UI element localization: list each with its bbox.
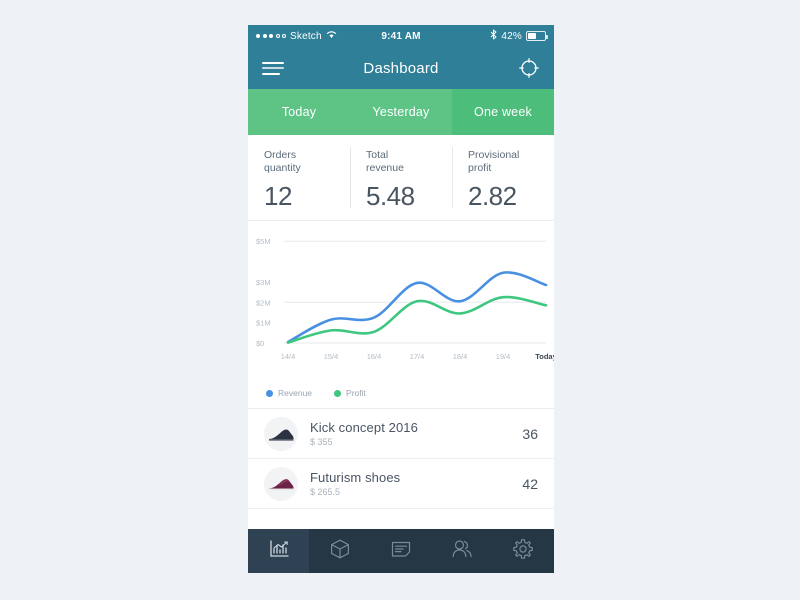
tab-yesterday[interactable]: Yesterday <box>350 89 452 135</box>
svg-text:18/4: 18/4 <box>453 352 468 361</box>
stat-orders-quantity: Orders quantity 12 <box>248 135 350 220</box>
settings-gear-icon <box>512 538 534 565</box>
phone-screen: Sketch 9:41 AM 42% Dashboard Today Yeste… <box>248 25 554 573</box>
tab-one-week[interactable]: One week <box>452 89 554 135</box>
battery-icon <box>526 31 548 41</box>
svg-text:$2M: $2M <box>256 298 271 307</box>
tabbar-item-users[interactable] <box>432 529 493 573</box>
status-bar: Sketch 9:41 AM 42% <box>248 25 554 47</box>
svg-text:17/4: 17/4 <box>410 352 425 361</box>
product-info: Kick concept 2016 $ 355 <box>310 420 522 447</box>
period-tabs: Today Yesterday One week <box>248 89 554 135</box>
tabbar-item-settings[interactable] <box>493 529 554 573</box>
page-title: Dashboard <box>363 59 439 77</box>
wifi-icon <box>326 30 337 42</box>
legend-item-revenue: Revenue <box>266 388 312 398</box>
nav-bar: Dashboard <box>248 47 554 89</box>
tabbar-item-invoices[interactable] <box>370 529 431 573</box>
legend-item-profit: Profit <box>334 388 366 398</box>
stat-label: Total revenue <box>366 149 404 174</box>
list-item[interactable]: Futurism shoes $ 265.5 42 <box>248 459 554 509</box>
tab-today[interactable]: Today <box>248 89 350 135</box>
chart-legend: Revenue Profit <box>266 388 366 398</box>
svg-text:Today: Today <box>535 352 554 361</box>
stat-value: 5.48 <box>366 181 415 211</box>
product-price: $ 265.5 <box>310 487 341 497</box>
stat-value: 12 <box>264 181 292 211</box>
legend-dot-revenue <box>266 389 273 397</box>
top-products-list: Kick concept 2016 $ 355 36 Futurism shoe… <box>248 409 554 529</box>
chart-card: $5M $3M $2M $1M $0 14/4 15/4 16/4 17/4 18/4 19/4 To… <box>248 221 554 409</box>
hamburger-menu-icon[interactable] <box>262 58 284 78</box>
legend-label-profit: Profit <box>346 388 366 398</box>
svg-text:16/4: 16/4 <box>367 352 382 361</box>
product-count: 36 <box>522 425 538 442</box>
svg-text:$5M: $5M <box>256 237 271 246</box>
signal-dots-icon <box>256 34 286 38</box>
revenue-profit-line-chart: $5M $3M $2M $1M $0 14/4 15/4 16/4 17/4 18/4 19/4 To… <box>256 237 554 361</box>
refresh-icon[interactable] <box>518 57 540 79</box>
product-count: 42 <box>522 475 538 492</box>
battery-percent-label: 42% <box>501 30 522 42</box>
stat-total-revenue: Total revenue 5.48 <box>350 135 452 220</box>
bluetooth-icon <box>490 29 497 43</box>
list-item[interactable]: Kick concept 2016 $ 355 36 <box>248 409 554 459</box>
stat-label: Provisional profit <box>468 149 520 174</box>
product-price: $ 355 <box>310 437 333 447</box>
bottom-tab-bar <box>248 529 554 573</box>
package-box-icon <box>329 538 351 565</box>
purple-sneaker-icon <box>264 466 298 501</box>
svg-text:14/4: 14/4 <box>281 352 296 361</box>
carrier-label: Sketch <box>290 30 322 42</box>
svg-text:$1M: $1M <box>256 319 271 328</box>
black-sneaker-icon <box>264 416 298 451</box>
users-icon <box>450 539 474 564</box>
status-bar-right: 42% <box>490 29 548 43</box>
product-info: Futurism shoes $ 265.5 <box>310 470 522 497</box>
stat-provisional-profit: Provisional profit 2.82 <box>452 135 554 220</box>
svg-text:15/4: 15/4 <box>324 352 339 361</box>
product-name: Futurism shoes <box>310 470 401 485</box>
status-bar-left: Sketch <box>256 30 337 42</box>
tabbar-item-analytics[interactable] <box>248 529 310 573</box>
svg-text:$0: $0 <box>256 339 264 348</box>
stat-label: Orders quantity <box>264 149 301 174</box>
product-name: Kick concept 2016 <box>310 420 418 435</box>
invoice-document-icon <box>390 539 412 564</box>
tabbar-item-packages[interactable] <box>309 529 370 573</box>
legend-dot-profit <box>334 389 342 397</box>
svg-text:19/4: 19/4 <box>496 352 511 361</box>
legend-label-revenue: Revenue <box>278 388 313 398</box>
stats-row: Orders quantity 12 Total revenue 5.48 Pr… <box>248 135 554 221</box>
stat-value: 2.82 <box>468 181 517 211</box>
svg-text:$3M: $3M <box>256 278 271 287</box>
analytics-chart-icon <box>268 539 290 564</box>
